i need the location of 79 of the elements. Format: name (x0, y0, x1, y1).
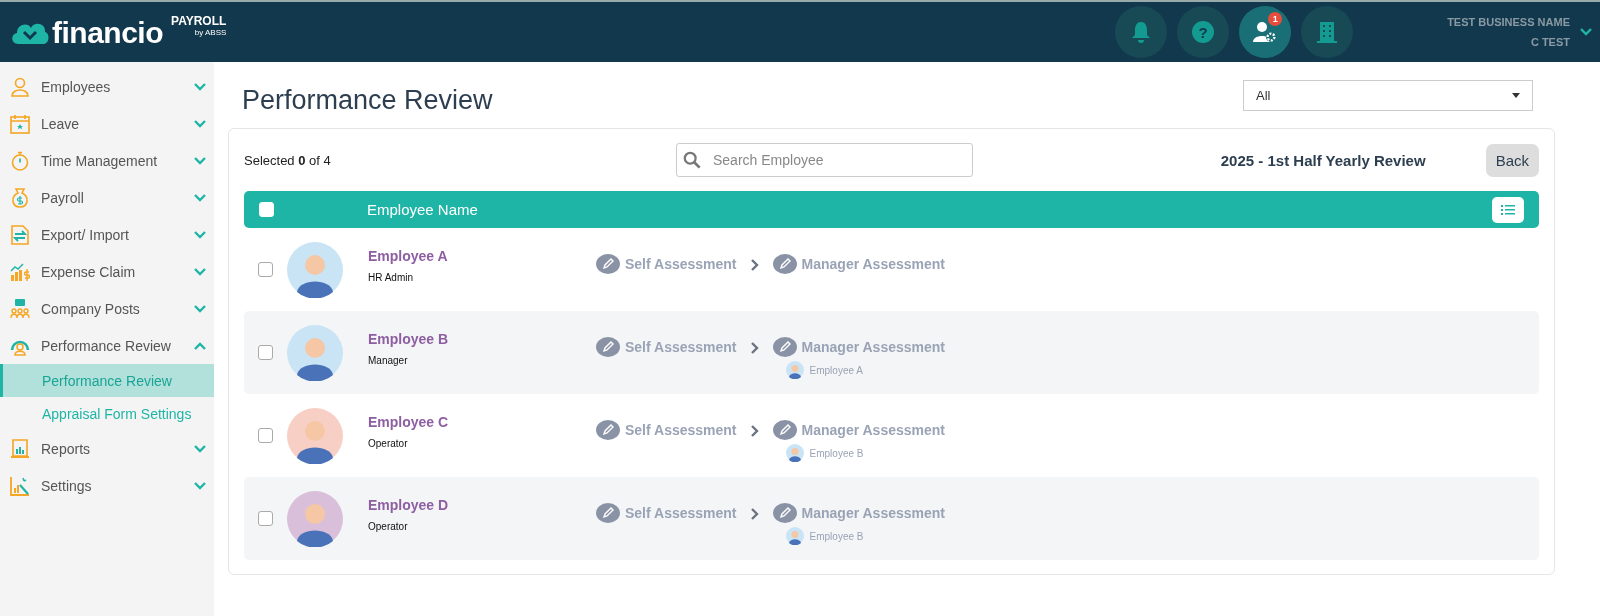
chevron-right-icon (750, 259, 759, 271)
logo-wordmark: financio (52, 16, 163, 50)
employee-name[interactable]: Employee D (368, 497, 596, 513)
chevron-right-icon (750, 508, 759, 520)
calendar-icon (10, 113, 30, 134)
pencil-icon (596, 337, 620, 357)
employee-name[interactable]: Employee B (368, 331, 596, 347)
chevron-down-icon[interactable] (1580, 28, 1592, 36)
bell-icon (1131, 21, 1152, 43)
notification-badge: 1 (1268, 12, 1283, 26)
column-header: Employee Name (367, 201, 478, 218)
row-checkbox[interactable] (258, 511, 273, 526)
caret-icon (1512, 92, 1520, 98)
manager-name: Employee B (809, 447, 864, 459)
assessment-step: Self Assessment (625, 505, 737, 521)
user-name: C TEST (1530, 36, 1570, 48)
pencil-icon (596, 503, 620, 523)
assessment-step: Manager Assessment (801, 339, 945, 355)
product-vendor: by ABSS (194, 27, 227, 37)
row-checkbox[interactable] (258, 345, 273, 360)
report-icon (10, 438, 30, 459)
stopwatch-icon (10, 150, 30, 171)
assessment-step: Self Assessment (625, 256, 737, 272)
sidebar-item[interactable]: Employees (0, 68, 214, 105)
people-icon (10, 298, 30, 319)
review-period-title: 2025 - 1st Half Yearly Review (1220, 151, 1426, 169)
column-options-button[interactable] (1492, 196, 1524, 223)
money-bag-icon (10, 187, 30, 208)
assessment-step: Self Assessment (625, 422, 737, 438)
employee-name[interactable]: Employee A (368, 248, 596, 264)
sidebar-item[interactable]: Settings (0, 467, 214, 504)
employee-role: HR Admin (368, 272, 414, 283)
sidebar-item[interactable]: Expense Claim (0, 253, 214, 290)
employee-role: Operator (368, 438, 409, 449)
employee-role: Operator (368, 521, 409, 532)
assessment-step: Manager Assessment (801, 505, 945, 521)
back-button[interactable]: Back (1485, 143, 1539, 177)
assessment-step: Manager Assessment (801, 422, 945, 438)
selection-count: Selected 0 of 4 (244, 152, 332, 168)
manager-name: Employee A (809, 364, 863, 376)
help-button[interactable]: ? (1177, 6, 1230, 58)
sidebar-item[interactable]: Payroll (0, 179, 214, 216)
sidebar-item[interactable]: Reports (0, 430, 214, 467)
search-field[interactable]: Search Employee (676, 143, 973, 177)
assessment-step: Self Assessment (625, 339, 737, 355)
row-checkbox[interactable] (258, 262, 273, 277)
employee-name[interactable]: Employee C (368, 414, 596, 430)
chart-icon (10, 261, 30, 282)
person-icon (10, 76, 30, 97)
user-gear-icon (1253, 21, 1278, 43)
sidebar-item[interactable]: Export/ Import (0, 216, 214, 253)
export-icon (10, 224, 30, 245)
search-icon (683, 151, 701, 169)
user-settings-button[interactable]: 1 (1239, 6, 1292, 58)
business-name: TEST BUSINESS NAME (1447, 16, 1570, 28)
pencil-icon (772, 254, 797, 274)
help-icon: ? (1192, 21, 1215, 43)
chevron-right-icon (750, 342, 759, 354)
assessment-step: Manager Assessment (801, 256, 945, 272)
product-name: PAYROLL (171, 13, 227, 28)
pencil-icon (596, 254, 620, 274)
list-icon (1501, 203, 1515, 216)
pencil-icon (772, 420, 797, 440)
row-checkbox[interactable] (258, 428, 273, 443)
page-title: Performance Review (242, 84, 493, 116)
sidebar-item[interactable]: Leave (0, 105, 214, 142)
pencil-icon (772, 337, 797, 357)
employee-role: Manager (368, 355, 409, 366)
sidebar-item[interactable]: Performance Review (0, 327, 214, 364)
settings-icon (10, 475, 30, 496)
chevron-right-icon (750, 425, 759, 437)
building-icon (1317, 21, 1338, 43)
sidebar-item[interactable]: Time Management (0, 142, 214, 179)
select-all-checkbox[interactable] (259, 202, 274, 217)
pencil-icon (596, 420, 620, 440)
sidebar-item[interactable]: Company Posts (0, 290, 214, 327)
manager-name: Employee B (809, 530, 864, 542)
pencil-icon (772, 503, 797, 523)
filter-dropdown[interactable]: All (1243, 79, 1533, 111)
